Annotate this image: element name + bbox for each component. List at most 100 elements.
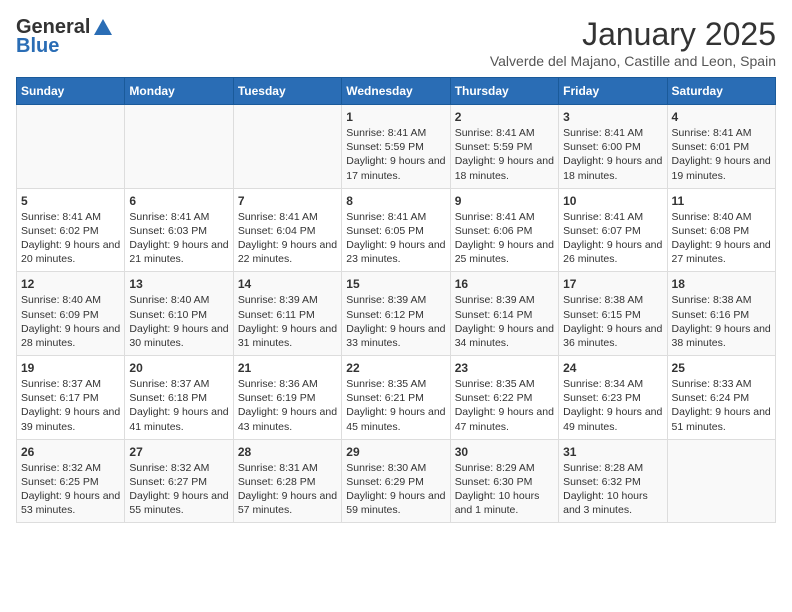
calendar-cell: 8Sunrise: 8:41 AMSunset: 6:05 PMDaylight… — [342, 188, 450, 272]
day-number: 8 — [346, 194, 445, 208]
day-info-line: Sunrise: 8:37 AM — [129, 377, 228, 391]
day-info-line: Sunrise: 8:41 AM — [346, 126, 445, 140]
day-info-line: Daylight: 9 hours and 39 minutes. — [21, 405, 120, 433]
day-number: 30 — [455, 445, 554, 459]
day-info-line: Sunrise: 8:33 AM — [672, 377, 771, 391]
day-info-line: Sunrise: 8:39 AM — [346, 293, 445, 307]
day-info-line: Sunset: 6:22 PM — [455, 391, 554, 405]
calendar-week-row: 19Sunrise: 8:37 AMSunset: 6:17 PMDayligh… — [17, 356, 776, 440]
day-info-line: Daylight: 9 hours and 25 minutes. — [455, 238, 554, 266]
calendar-cell: 7Sunrise: 8:41 AMSunset: 6:04 PMDaylight… — [233, 188, 341, 272]
calendar-cell — [667, 439, 775, 523]
day-info-line: Sunrise: 8:41 AM — [455, 126, 554, 140]
day-number: 22 — [346, 361, 445, 375]
day-number: 27 — [129, 445, 228, 459]
day-number: 14 — [238, 277, 337, 291]
day-info-line: Daylight: 9 hours and 33 minutes. — [346, 322, 445, 350]
day-number: 19 — [21, 361, 120, 375]
day-header-wednesday: Wednesday — [342, 78, 450, 105]
day-info-line: Sunrise: 8:31 AM — [238, 461, 337, 475]
day-number: 6 — [129, 194, 228, 208]
day-info-line: Sunset: 6:10 PM — [129, 308, 228, 322]
day-number: 12 — [21, 277, 120, 291]
calendar-cell: 3Sunrise: 8:41 AMSunset: 6:00 PMDaylight… — [559, 105, 667, 189]
day-info-line: Daylight: 9 hours and 34 minutes. — [455, 322, 554, 350]
day-info-line: Sunrise: 8:41 AM — [672, 126, 771, 140]
day-info-line: Sunset: 6:27 PM — [129, 475, 228, 489]
calendar-cell: 27 Sunrise: 8:32 AMSunset: 6:27 PMDayligh… — [125, 439, 233, 523]
calendar-cell: 12Sunrise: 8:40 AMSunset: 6:09 PMDayligh… — [17, 272, 125, 356]
day-info-line: Daylight: 9 hours and 31 minutes. — [238, 322, 337, 350]
calendar-cell: 5Sunrise: 8:41 AMSunset: 6:02 PMDaylight… — [17, 188, 125, 272]
calendar-cell: 26Sunrise: 8:32 AMSunset: 6:25 PMDayligh… — [17, 439, 125, 523]
day-number: 21 — [238, 361, 337, 375]
calendar-cell: 4Sunrise: 8:41 AMSunset: 6:01 PMDaylight… — [667, 105, 775, 189]
day-number: 13 — [129, 277, 228, 291]
day-info-line: Sunrise: 8:35 AM — [346, 377, 445, 391]
calendar-cell: 11Sunrise: 8:40 AMSunset: 6:08 PMDayligh… — [667, 188, 775, 272]
page-header: General Blue January 2025 Valverde del M… — [16, 16, 776, 69]
calendar-cell: 20Sunrise: 8:37 AMSunset: 6:18 PMDayligh… — [125, 356, 233, 440]
day-info-line: Sunset: 6:07 PM — [563, 224, 662, 238]
day-info-line: Sunrise: 8:28 AM — [563, 461, 662, 475]
day-info-line: Sunset: 6:17 PM — [21, 391, 120, 405]
day-info-line: Sunset: 6:21 PM — [346, 391, 445, 405]
day-info-line: Daylight: 9 hours and 36 minutes. — [563, 322, 662, 350]
calendar-cell: 9Sunrise: 8:41 AMSunset: 6:06 PMDaylight… — [450, 188, 558, 272]
day-info-line: Daylight: 10 hours and 3 minutes. — [563, 489, 662, 517]
logo: General Blue — [16, 16, 114, 58]
day-info-line: Daylight: 9 hours and 55 minutes. — [129, 489, 228, 517]
day-info-line: Sunrise: 8:32 AM — [129, 461, 228, 475]
location-title: Valverde del Majano, Castille and Leon, … — [490, 53, 776, 69]
day-info-line: Daylight: 9 hours and 53 minutes. — [21, 489, 120, 517]
day-info-line: Sunrise: 8:29 AM — [455, 461, 554, 475]
calendar-cell: 6Sunrise: 8:41 AMSunset: 6:03 PMDaylight… — [125, 188, 233, 272]
day-info-line: Sunset: 6:24 PM — [672, 391, 771, 405]
calendar-cell: 14 Sunrise: 8:39 AMSunset: 6:11 PMDayligh… — [233, 272, 341, 356]
day-number: 16 — [455, 277, 554, 291]
calendar-cell — [233, 105, 341, 189]
day-info-line: Daylight: 9 hours and 38 minutes. — [672, 322, 771, 350]
calendar-cell: 15Sunrise: 8:39 AMSunset: 6:12 PMDayligh… — [342, 272, 450, 356]
day-info-line: Sunset: 6:32 PM — [563, 475, 662, 489]
day-info-line: Sunset: 6:09 PM — [21, 308, 120, 322]
day-info-line: Sunrise: 8:40 AM — [129, 293, 228, 307]
calendar-cell: 23Sunrise: 8:35 AMSunset: 6:22 PMDayligh… — [450, 356, 558, 440]
day-number: 26 — [21, 445, 120, 459]
day-info-line: Sunrise: 8:38 AM — [672, 293, 771, 307]
calendar-cell: 29Sunrise: 8:30 AMSunset: 6:29 PMDayligh… — [342, 439, 450, 523]
day-info-line: Sunset: 6:12 PM — [346, 308, 445, 322]
calendar-cell: 25Sunrise: 8:33 AMSunset: 6:24 PMDayligh… — [667, 356, 775, 440]
day-info-line: Sunrise: 8:32 AM — [21, 461, 120, 475]
day-info-line: Sunrise: 8:40 AM — [21, 293, 120, 307]
calendar-cell: 17Sunrise: 8:38 AMSunset: 6:15 PMDayligh… — [559, 272, 667, 356]
day-info-line: Sunset: 6:23 PM — [563, 391, 662, 405]
calendar-cell: 24Sunrise: 8:34 AMSunset: 6:23 PMDayligh… — [559, 356, 667, 440]
month-title: January 2025 — [490, 16, 776, 53]
day-info-line: Sunrise: 8:35 AM — [455, 377, 554, 391]
day-info-line: Sunrise: 8:41 AM — [238, 210, 337, 224]
day-info-line: Sunrise: 8:39 AM — [238, 293, 337, 307]
day-info-line: Daylight: 9 hours and 51 minutes. — [672, 405, 771, 433]
day-info-line: Daylight: 9 hours and 59 minutes. — [346, 489, 445, 517]
calendar-cell: 18Sunrise: 8:38 AMSunset: 6:16 PMDayligh… — [667, 272, 775, 356]
day-info-line: Daylight: 9 hours and 18 minutes. — [563, 154, 662, 182]
calendar-week-row: 12Sunrise: 8:40 AMSunset: 6:09 PMDayligh… — [17, 272, 776, 356]
day-info-line: Daylight: 9 hours and 27 minutes. — [672, 238, 771, 266]
day-info-line: Sunset: 5:59 PM — [346, 140, 445, 154]
calendar-week-row: 26Sunrise: 8:32 AMSunset: 6:25 PMDayligh… — [17, 439, 776, 523]
day-info-line: Sunset: 6:30 PM — [455, 475, 554, 489]
day-info-line: Sunset: 6:11 PM — [238, 308, 337, 322]
day-info-line: Daylight: 9 hours and 23 minutes. — [346, 238, 445, 266]
day-header-sunday: Sunday — [17, 78, 125, 105]
day-info-line: Daylight: 9 hours and 26 minutes. — [563, 238, 662, 266]
day-header-monday: Monday — [125, 78, 233, 105]
calendar-week-row: 5Sunrise: 8:41 AMSunset: 6:02 PMDaylight… — [17, 188, 776, 272]
calendar-cell — [125, 105, 233, 189]
day-info-line: Sunrise: 8:41 AM — [455, 210, 554, 224]
day-info-line: Daylight: 10 hours and 1 minute. — [455, 489, 554, 517]
day-info-line: Daylight: 9 hours and 47 minutes. — [455, 405, 554, 433]
day-number: 10 — [563, 194, 662, 208]
day-info-line: Sunrise: 8:30 AM — [346, 461, 445, 475]
day-info-line: Sunset: 6:03 PM — [129, 224, 228, 238]
